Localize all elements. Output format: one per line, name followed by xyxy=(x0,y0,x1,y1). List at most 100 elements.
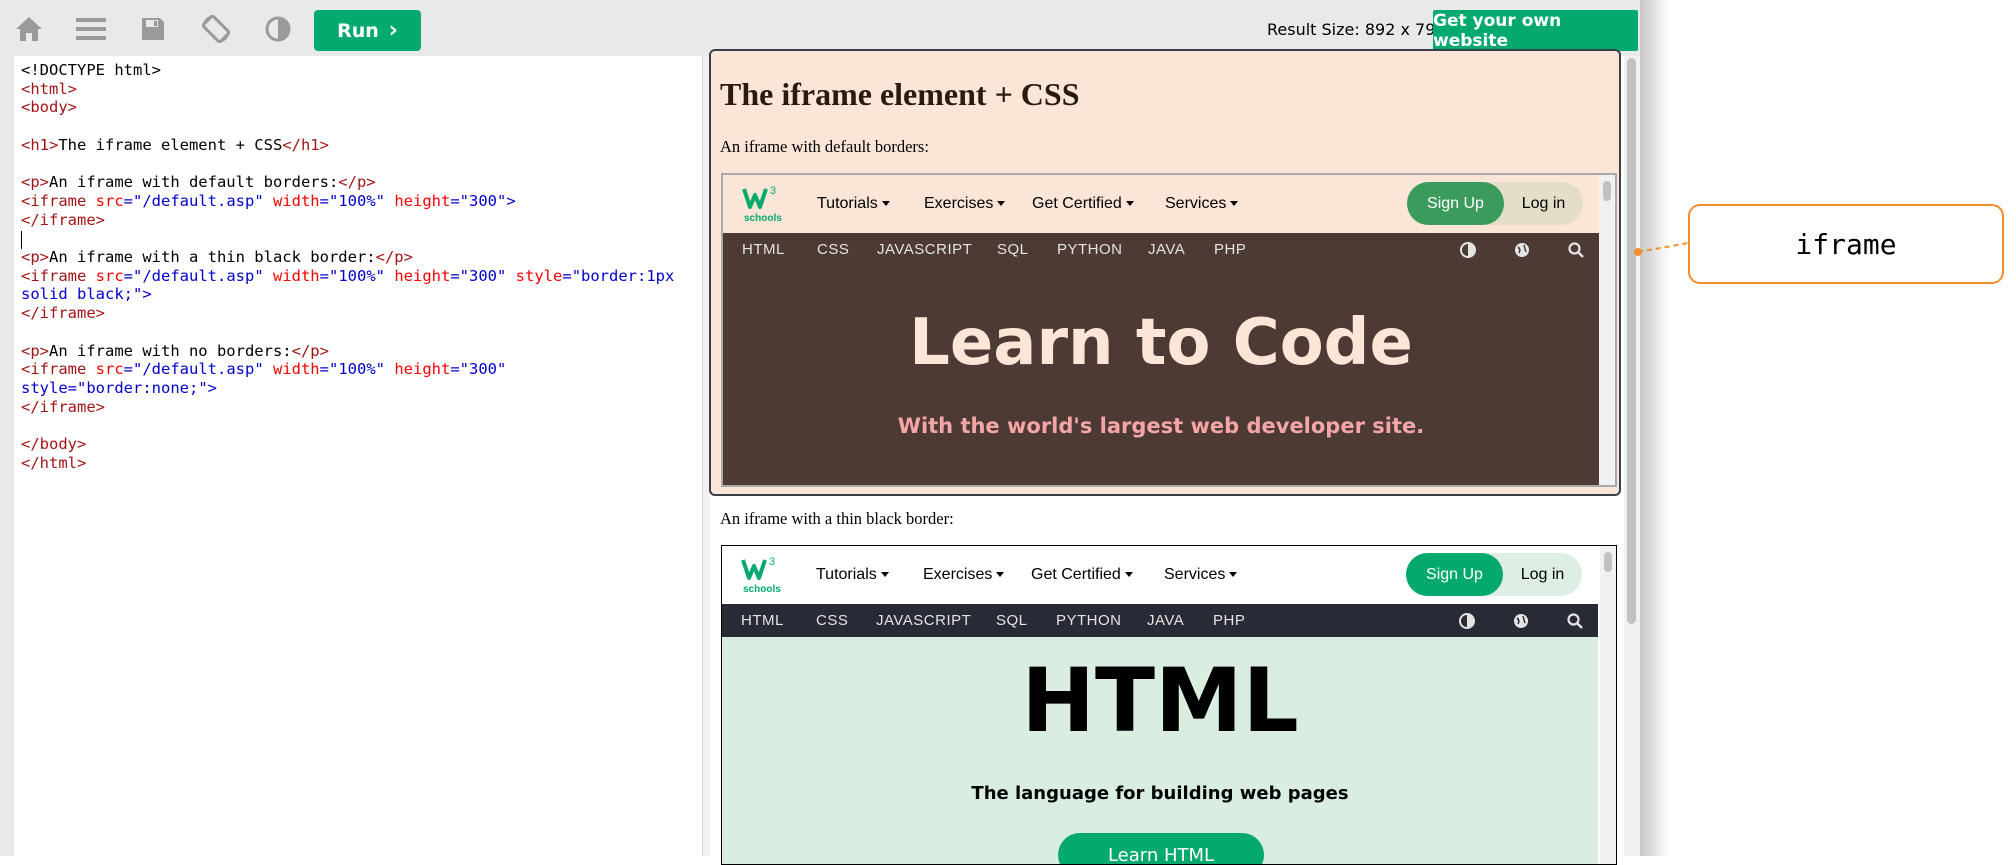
code-token: > xyxy=(207,378,218,397)
topic-php[interactable]: PHP xyxy=(1214,241,1246,258)
scroll-thumb[interactable] xyxy=(1603,181,1611,201)
menu-exercises[interactable]: Exercises xyxy=(924,195,1006,213)
code-token: "100%" xyxy=(329,191,395,210)
code-token: "/default.asp" xyxy=(133,360,273,379)
iframe-scrollbar[interactable] xyxy=(1600,546,1616,864)
search-icon[interactable] xyxy=(1567,241,1585,259)
run-button[interactable]: Run › xyxy=(314,10,421,51)
menu-get-certified[interactable]: Get Certified xyxy=(1031,566,1133,584)
globe-icon[interactable] xyxy=(1512,612,1530,630)
topic-python[interactable]: PYTHON xyxy=(1056,612,1122,629)
menu-label: Services xyxy=(1164,566,1226,583)
topic-python[interactable]: PYTHON xyxy=(1057,241,1123,258)
contrast-icon[interactable] xyxy=(260,11,296,47)
code-line: style="border:none;"> xyxy=(21,379,217,397)
topic-navbar: HTML CSS JAVASCRIPT SQL PYTHON JAVA PHP xyxy=(723,233,1599,266)
iframe-thin-black-border[interactable]: 3 schools Tutorials Exercises Get Certif… xyxy=(721,545,1617,865)
caret-down-icon xyxy=(880,572,889,578)
code-token: > xyxy=(142,285,152,304)
code-content[interactable]: <!DOCTYPE html> <html> <body> <h1>The if… xyxy=(21,61,674,472)
code-token: = xyxy=(562,266,572,285)
code-token: = xyxy=(450,266,460,285)
site-navbar: 3 schools Tutorials Exercises Get Certif… xyxy=(722,546,1598,604)
log-in-button[interactable]: Log in xyxy=(1504,182,1583,225)
sign-up-button[interactable]: Sign Up xyxy=(1406,553,1503,596)
code-token: "border:1px xyxy=(571,266,675,285)
contrast-icon[interactable] xyxy=(1459,241,1477,259)
topic-java[interactable]: JAVA xyxy=(1148,241,1185,258)
code-token: src xyxy=(95,360,124,379)
code-token: "border:none;" xyxy=(77,378,208,397)
menu-services[interactable]: Services xyxy=(1164,566,1238,584)
menu-tutorials[interactable]: Tutorials xyxy=(816,566,889,584)
code-token: = xyxy=(450,191,460,210)
caret-down-icon xyxy=(1229,572,1238,578)
topic-sql[interactable]: SQL xyxy=(996,612,1028,629)
scroll-thumb[interactable] xyxy=(1604,552,1612,572)
code-token: = xyxy=(319,360,329,379)
home-icon[interactable] xyxy=(11,11,47,47)
topic-css[interactable]: CSS xyxy=(817,241,849,258)
editor-frame xyxy=(0,56,14,856)
contrast-icon[interactable] xyxy=(1458,612,1476,630)
result-scroll-thumb[interactable] xyxy=(1627,58,1636,624)
chevron-right-icon: › xyxy=(388,17,398,43)
topic-html[interactable]: HTML xyxy=(741,612,784,629)
menu-services[interactable]: Services xyxy=(1165,195,1239,213)
get-own-website-button[interactable]: Get your own website xyxy=(1433,10,1638,51)
code-token: = xyxy=(123,360,133,379)
caret-down-icon xyxy=(1230,201,1239,207)
code-line: </iframe> xyxy=(21,211,105,229)
save-icon[interactable] xyxy=(135,11,171,47)
menu-icon[interactable] xyxy=(73,11,109,47)
code-line: <p>An iframe with a thin black border:</… xyxy=(21,248,413,266)
code-token: <!DOCTYPE html> xyxy=(21,61,161,79)
caret-down-icon xyxy=(1124,572,1133,578)
svg-text:3: 3 xyxy=(769,556,775,568)
code-line: </iframe> xyxy=(21,398,105,416)
code-token: </p> xyxy=(338,173,376,192)
learn-html-button[interactable]: Learn HTML xyxy=(1058,833,1264,864)
log-in-button[interactable]: Log in xyxy=(1503,553,1582,596)
topic-java[interactable]: JAVA xyxy=(1147,612,1184,629)
code-token: The iframe element + CSS xyxy=(58,135,283,154)
code-token: "100%" xyxy=(329,266,395,285)
toolbar: Run › Result Size: 892 x 791 Get your ow… xyxy=(0,0,1640,56)
sign-up-button[interactable]: Sign Up xyxy=(1407,182,1504,225)
menu-tutorials[interactable]: Tutorials xyxy=(817,195,890,213)
topic-javascript[interactable]: JAVASCRIPT xyxy=(877,241,972,258)
code-token: width xyxy=(272,191,320,210)
code-token: height xyxy=(394,191,451,210)
code-token: </h1> xyxy=(282,135,329,154)
site-navbar: 3 schools Tutorials Exercises Get Certif… xyxy=(723,175,1599,233)
code-token: </p> xyxy=(375,248,413,267)
iframe-scrollbar[interactable] xyxy=(1599,175,1615,485)
topic-css[interactable]: CSS xyxy=(816,612,848,629)
search-icon[interactable] xyxy=(1566,612,1584,630)
code-token: > xyxy=(506,191,516,210)
code-line: <body> xyxy=(21,98,77,116)
topic-sql[interactable]: SQL xyxy=(997,241,1029,258)
menu-exercises[interactable]: Exercises xyxy=(923,566,1005,584)
topic-javascript[interactable]: JAVASCRIPT xyxy=(876,612,971,629)
code-token: <iframe xyxy=(21,266,96,285)
svg-text:schools: schools xyxy=(744,213,782,224)
menu-get-certified[interactable]: Get Certified xyxy=(1032,195,1134,213)
code-line: <h1>The iframe element + CSS</h1> xyxy=(21,136,329,154)
w3schools-logo[interactable]: 3 schools xyxy=(740,554,782,596)
code-token: style xyxy=(515,266,563,285)
topic-html[interactable]: HTML xyxy=(742,241,785,258)
svg-text:3: 3 xyxy=(770,185,776,197)
code-token: = xyxy=(67,378,78,397)
code-token: <body> xyxy=(21,98,77,117)
code-token: </p> xyxy=(291,341,329,360)
rotate-icon[interactable] xyxy=(198,11,234,47)
iframe-default-borders[interactable]: 3 schools Tutorials Exercises Get Certif… xyxy=(721,173,1617,487)
w3schools-logo[interactable]: 3 schools xyxy=(741,183,783,225)
menu-label: Get Certified xyxy=(1031,566,1121,583)
code-line: <p>An iframe with default borders:</p> xyxy=(21,173,376,191)
code-token: <p> xyxy=(21,248,49,267)
topic-php[interactable]: PHP xyxy=(1213,612,1245,629)
code-token: <h1> xyxy=(21,135,59,154)
globe-icon[interactable] xyxy=(1513,241,1531,259)
